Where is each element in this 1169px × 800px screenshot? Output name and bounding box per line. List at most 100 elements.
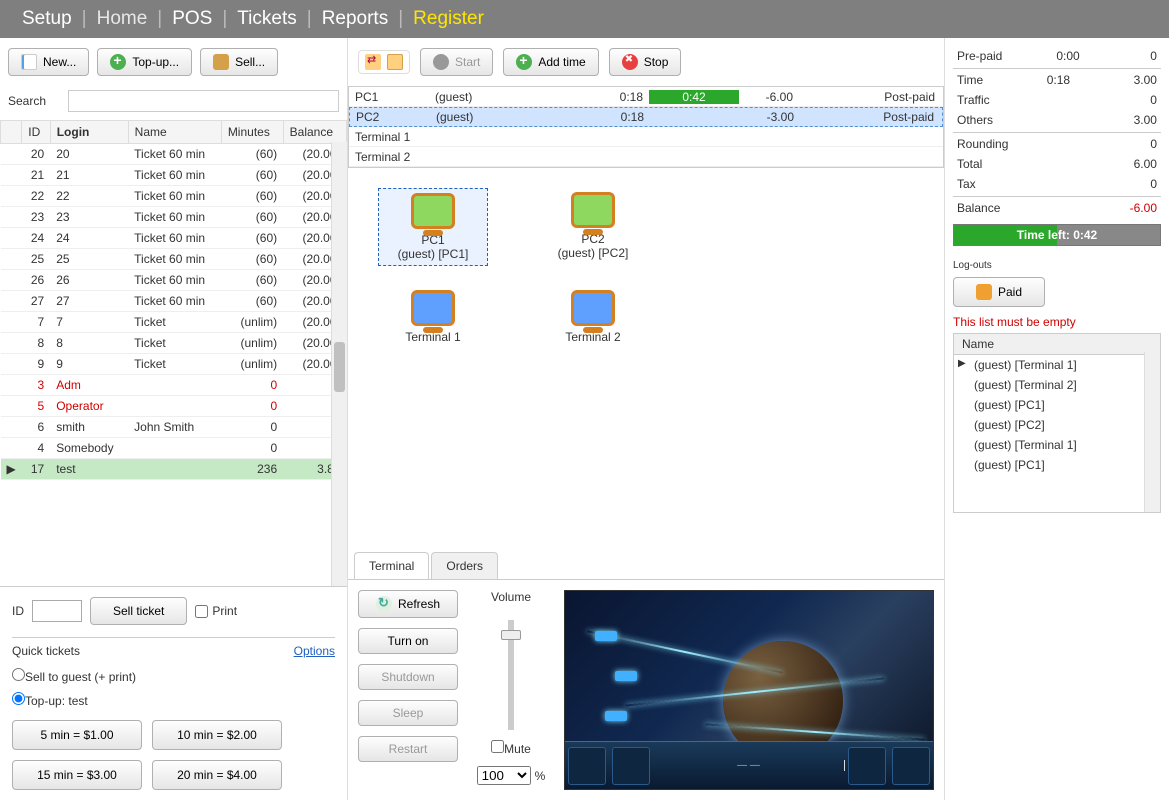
logout-row[interactable]: (guest) [Terminal 2] [954,375,1160,395]
restart-button[interactable]: Restart [358,736,458,762]
session-row[interactable]: PC2(guest)0:18-3.00Post-paid [349,107,943,127]
shutdown-button[interactable]: Shutdown [358,664,458,690]
search-input[interactable] [68,90,339,112]
user-grid-scrollbar[interactable] [331,142,347,586]
col-login[interactable]: Login [50,121,128,144]
table-row[interactable]: 3Adm00 [1,375,347,396]
turnon-button[interactable]: Turn on [358,628,458,654]
session-row[interactable]: Terminal 1 [349,127,943,147]
table-row[interactable]: ▶17test2363.83 [1,459,347,480]
nav-tickets[interactable]: Tickets [229,8,304,30]
table-row[interactable]: 2323Ticket 60 min(60)(20.00) [1,207,347,228]
table-row[interactable]: 5Operator00 [1,396,347,417]
logout-row[interactable]: (guest) [Terminal 1] [954,435,1160,455]
table-row[interactable]: 6smithJohn Smith00 [1,417,347,438]
nav-pos[interactable]: POS [164,8,220,30]
nav-reports[interactable]: Reports [314,8,397,30]
left-toolbar: New... Top-up... Sell... [0,38,347,86]
pc-pc1[interactable]: PC1(guest) [PC1] [378,188,488,266]
logouts-warning: This list must be empty [953,315,1161,329]
stop-icon [622,54,638,70]
table-row[interactable]: 99Ticket(unlim)(20.00) [1,354,347,375]
table-row[interactable]: 2424Ticket 60 min(60)(20.00) [1,228,347,249]
table-row[interactable]: 2020Ticket 60 min(60)(20.00) [1,144,347,165]
table-row[interactable]: 2626Ticket 60 min(60)(20.00) [1,270,347,291]
new-icon [21,54,37,70]
zoom-pct: % [535,769,546,783]
pc-terminal2[interactable]: Terminal 2 [538,286,648,348]
col-minutes[interactable]: Minutes [221,121,283,144]
logouts-col-name[interactable]: Name [954,334,1160,355]
monitor-icon [411,193,455,229]
session-row[interactable]: PC1(guest)0:180:42-6.00Post-paid [349,87,943,107]
refresh-icon [376,596,392,612]
table-row[interactable]: 2727Ticket 60 min(60)(20.00) [1,291,347,312]
table-row[interactable]: 2121Ticket 60 min(60)(20.00) [1,165,347,186]
nav-home[interactable]: Home [89,8,156,30]
sell-button[interactable]: Sell... [200,48,278,76]
table-row[interactable]: 4Somebody00 [1,438,347,459]
user-grid[interactable]: ID Login Name Minutes Balance 2020Ticket… [0,120,347,586]
logout-row[interactable]: (guest) [PC1] [954,395,1160,415]
burger-icon [213,54,229,70]
plus-icon [516,54,532,70]
radio-topup-test[interactable]: Top-up: test [12,688,335,712]
radio-sell-guest[interactable]: Sell to guest (+ print) [12,664,335,688]
nav-setup[interactable]: Setup [14,8,80,30]
tab-orders[interactable]: Orders [431,552,498,579]
monitor-icon [571,192,615,228]
table-row[interactable]: 2222Ticket 60 min(60)(20.00) [1,186,347,207]
addtime-button[interactable]: Add time [503,48,598,76]
logouts-title: Log-outs [953,260,1161,271]
col-id[interactable]: ID [22,121,50,144]
volume-slider[interactable] [508,620,514,730]
sell-id-input[interactable] [32,600,82,622]
quick-15min[interactable]: 15 min = $3.00 [12,760,142,790]
table-row[interactable]: 77Ticket(unlim)(20.00) [1,312,347,333]
quick-options-link[interactable]: Options [294,644,335,658]
plus-icon [110,54,126,70]
sell-ticket-button[interactable]: Sell ticket [90,597,187,625]
new-button[interactable]: New... [8,48,89,76]
topup-button[interactable]: Top-up... [97,48,192,76]
paid-button[interactable]: Paid [953,277,1045,307]
top-nav: Setup| Home| POS| Tickets| Reports| Regi… [0,0,1169,38]
print-checkbox[interactable]: Print [195,604,237,618]
search-label: Search [8,94,58,108]
pc-terminal1[interactable]: Terminal 1 [378,286,488,348]
table-row[interactable]: 2525Ticket 60 min(60)(20.00) [1,249,347,270]
session-row[interactable]: Terminal 2 [349,147,943,167]
terminal-screenshot: — — [564,590,934,790]
summary-panel: Pre-paid0:000 Time0:183.00 Traffic0 Othe… [953,46,1161,246]
tab-terminal[interactable]: Terminal [354,552,429,579]
pc-map: PC1(guest) [PC1] PC2(guest) [PC2] Termina… [348,168,944,548]
monitor-icon [411,290,455,326]
logout-row[interactable]: (guest) [PC2] [954,415,1160,435]
nav-register[interactable]: Register [405,8,492,30]
start-button[interactable]: Start [420,48,493,76]
session-grid[interactable]: PC1(guest)0:180:42-6.00Post-paidPC2(gues… [348,86,944,168]
logouts-list[interactable]: Name (guest) [Terminal 1](guest) [Termin… [953,333,1161,513]
pc-pc2[interactable]: PC2(guest) [PC2] [538,188,648,266]
stop-button[interactable]: Stop [609,48,682,76]
table-row[interactable]: 88Ticket(unlim)(20.00) [1,333,347,354]
col-balance[interactable]: Balance [283,121,346,144]
zoom-select[interactable]: 100 [477,766,531,785]
logout-row[interactable]: (guest) [PC1] [954,455,1160,475]
refresh-button[interactable]: Refresh [358,590,458,618]
quick-10min[interactable]: 10 min = $2.00 [152,720,282,750]
sell-id-label: ID [12,604,24,618]
time-left-bar: Time left: 0:42 [953,224,1161,246]
volume-label: Volume [491,590,531,604]
paid-icon [976,284,992,300]
start-icon [433,54,449,70]
sleep-button[interactable]: Sleep [358,700,458,726]
logout-row[interactable]: (guest) [Terminal 1] [954,355,1160,375]
quick-5min[interactable]: 5 min = $1.00 [12,720,142,750]
mute-checkbox[interactable]: Mute [491,740,531,756]
swap-icon[interactable] [365,54,381,70]
doc-icon[interactable] [387,54,403,70]
logouts-scrollbar[interactable] [1144,352,1160,512]
quick-20min[interactable]: 20 min = $4.00 [152,760,282,790]
col-name[interactable]: Name [128,121,221,144]
